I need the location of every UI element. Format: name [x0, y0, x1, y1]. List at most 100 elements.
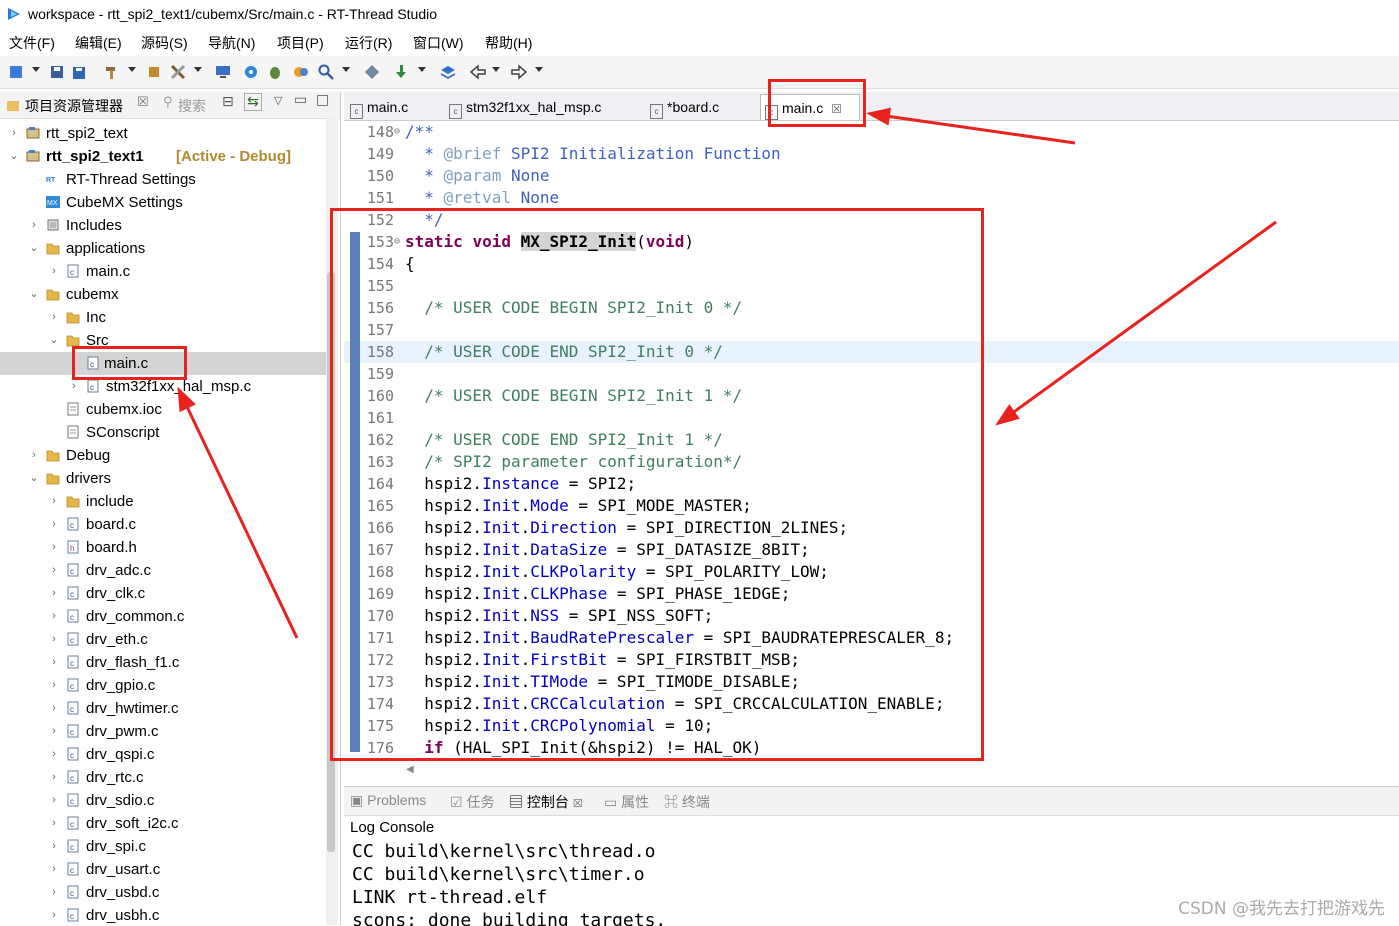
tree-item[interactable]: › c main.c — [0, 260, 326, 283]
chevron-right-icon[interactable]: › — [48, 260, 60, 283]
tab-console[interactable]: ▤ 控制台 ☒ — [509, 792, 583, 812]
download-icon[interactable] — [393, 64, 409, 80]
chevron-right-icon[interactable]: › — [48, 835, 60, 858]
tree-item[interactable]: › c drv_flash_f1.c — [0, 651, 326, 674]
tree-item[interactable]: › c drv_common.c — [0, 605, 326, 628]
download-dropdown-icon[interactable] — [418, 67, 426, 72]
chevron-down-icon[interactable]: ⌄ — [28, 283, 40, 306]
tree-item[interactable]: › c board.c — [0, 513, 326, 536]
search-dropdown-icon[interactable] — [342, 67, 350, 72]
tree-item[interactable]: › c drv_qspi.c — [0, 743, 326, 766]
tree-item[interactable]: › c drv_hwtimer.c — [0, 697, 326, 720]
maximize-icon[interactable]: □ — [316, 92, 329, 108]
chevron-right-icon[interactable]: › — [48, 904, 60, 925]
chevron-right-icon[interactable]: › — [48, 789, 60, 812]
tree-item[interactable]: › c drv_rtc.c — [0, 766, 326, 789]
scroll-left-icon[interactable]: ◀ — [406, 764, 414, 775]
chevron-right-icon[interactable]: › — [48, 881, 60, 904]
tree-item[interactable]: › Debug — [0, 444, 326, 467]
menu-run[interactable]: 运行(R) — [345, 33, 392, 53]
back-arrow-icon[interactable] — [470, 64, 486, 80]
tree-item[interactable]: RT RT-Thread Settings — [0, 168, 326, 191]
chevron-down-icon[interactable]: ⌄ — [48, 329, 60, 352]
tree-item[interactable]: ⌄ cubemx — [0, 283, 326, 306]
tree-item[interactable]: › c drv_usbd.c — [0, 881, 326, 904]
settings-icon[interactable] — [243, 64, 259, 80]
project-explorer-tab[interactable]: 项目资源管理器 — [25, 96, 123, 116]
chevron-right-icon[interactable]: › — [48, 766, 60, 789]
chevron-right-icon[interactable]: › — [48, 743, 60, 766]
new-dropdown-icon[interactable] — [32, 67, 40, 72]
menu-file[interactable]: 文件(F) — [9, 33, 55, 53]
collapse-all-icon[interactable]: ⊟ — [222, 94, 234, 110]
chevron-down-icon[interactable]: ⌄ — [28, 237, 40, 260]
forward-arrow-icon[interactable] — [511, 64, 527, 80]
minimize-icon[interactable]: ▭ — [294, 92, 307, 108]
package-icon[interactable] — [293, 64, 309, 80]
chevron-right-icon[interactable]: › — [48, 858, 60, 881]
chevron-right-icon[interactable]: › — [48, 651, 60, 674]
chevron-right-icon[interactable]: › — [28, 444, 40, 467]
tree-item[interactable]: MX CubeMX Settings — [0, 191, 326, 214]
build-hammer-icon[interactable] — [104, 64, 120, 80]
link-editor-icon[interactable]: ⇆ — [244, 93, 262, 111]
rebuild-icon[interactable] — [146, 64, 162, 80]
new-icon[interactable] — [8, 64, 24, 80]
tree-item[interactable]: › c drv_usart.c — [0, 858, 326, 881]
chevron-right-icon[interactable]: › — [28, 214, 40, 237]
chevron-right-icon[interactable]: › — [48, 306, 60, 329]
code-line[interactable]: 150 * @param None — [344, 165, 1399, 187]
back-dropdown-icon[interactable] — [492, 67, 500, 72]
chevron-down-icon[interactable]: ⌄ — [8, 145, 20, 168]
tree-item[interactable]: › h board.h — [0, 536, 326, 559]
tree-item[interactable]: SConscript — [0, 421, 326, 444]
tree-item[interactable]: › c drv_gpio.c — [0, 674, 326, 697]
clean-dropdown-icon[interactable] — [194, 67, 202, 72]
menu-help[interactable]: 帮助(H) — [485, 33, 532, 53]
tab-problems[interactable]: ▣ Problems — [350, 792, 426, 809]
chevron-right-icon[interactable]: › — [48, 628, 60, 651]
view-menu-icon[interactable]: ▽ — [274, 94, 282, 107]
clean-icon[interactable] — [170, 64, 186, 80]
code-line[interactable]: 148 ⊖ /** — [344, 121, 1399, 143]
save-icon[interactable] — [49, 64, 65, 80]
tab-tasks[interactable]: ☑ 任务 — [450, 792, 494, 812]
chevron-right-icon[interactable]: › — [48, 605, 60, 628]
menu-source[interactable]: 源码(S) — [141, 33, 188, 53]
chip-icon[interactable] — [364, 64, 380, 80]
chevron-right-icon[interactable]: › — [48, 513, 60, 536]
close-tab-icon[interactable]: ☒ — [573, 798, 583, 810]
tree-item[interactable]: › c drv_soft_i2c.c — [0, 812, 326, 835]
tab-board-c[interactable]: c *board.c — [650, 94, 750, 120]
tree-item[interactable]: › rtt_spi2_text — [0, 122, 326, 145]
chevron-down-icon[interactable]: ⌄ — [28, 467, 40, 490]
forward-dropdown-icon[interactable] — [535, 67, 543, 72]
chevron-right-icon[interactable]: › — [48, 812, 60, 835]
chevron-right-icon[interactable]: › — [48, 720, 60, 743]
tab-terminal[interactable]: ⌘ 终端 — [664, 792, 710, 812]
search-icon[interactable] — [318, 64, 334, 80]
tree-item[interactable]: › c drv_spi.c — [0, 835, 326, 858]
close-tab-icon[interactable]: ☒ — [137, 95, 149, 110]
debug-bug-icon[interactable] — [267, 64, 283, 80]
layers-icon[interactable] — [440, 64, 456, 80]
tree-item[interactable]: ⌄ rtt_spi2_text1 [Active - Debug] — [0, 145, 326, 168]
fold-toggle-icon[interactable]: ⊖ — [394, 121, 400, 143]
save-all-icon[interactable] — [72, 64, 88, 80]
chevron-right-icon[interactable]: › — [48, 582, 60, 605]
menu-edit[interactable]: 编辑(E) — [75, 33, 122, 53]
chevron-right-icon[interactable]: › — [8, 122, 20, 145]
monitor-icon[interactable] — [215, 64, 231, 80]
chevron-right-icon[interactable]: › — [48, 536, 60, 559]
tree-item[interactable]: ⌄ applications — [0, 237, 326, 260]
tree-item[interactable]: › c drv_usbh.c — [0, 904, 326, 925]
tree-item[interactable]: › c drv_pwm.c — [0, 720, 326, 743]
tree-item[interactable]: › c drv_eth.c — [0, 628, 326, 651]
tree-item[interactable]: ⌄ drivers — [0, 467, 326, 490]
search-tab[interactable]: 搜索 — [178, 96, 206, 116]
chevron-right-icon[interactable]: › — [48, 559, 60, 582]
tab-main-c-applications[interactable]: c main.c — [350, 94, 440, 120]
tree-item[interactable]: › Includes — [0, 214, 326, 237]
chevron-right-icon[interactable]: › — [48, 674, 60, 697]
chevron-right-icon[interactable]: › — [48, 490, 60, 513]
